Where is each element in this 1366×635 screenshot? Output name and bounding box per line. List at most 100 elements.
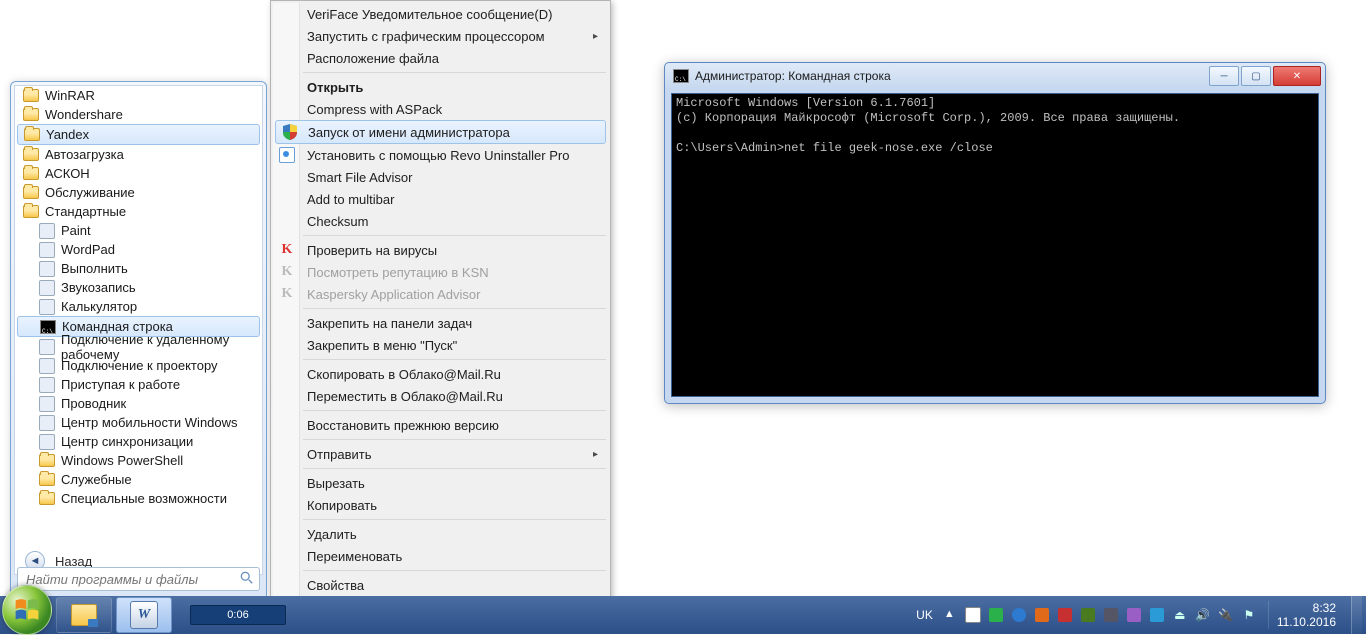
start-item-label: Wondershare [45,107,123,122]
folder-icon [23,88,39,104]
start-item-19[interactable]: Windows PowerShell [15,451,262,470]
clock-time: 8:32 [1277,601,1336,615]
tray-power-icon[interactable]: 🔌 [1218,607,1234,623]
folder-icon [39,472,55,488]
ctx-item-7-1[interactable]: Копировать [273,494,608,516]
ctx-item-label: Скопировать в Облако@Mail.Ru [307,367,501,382]
app-icon [39,358,55,374]
ctx-item-label: Запустить с графическим процессором [307,29,545,44]
tray-kaspersky-icon[interactable] [988,607,1004,623]
start-item-9[interactable]: Выполнить [15,259,262,278]
tray-expand-icon[interactable]: ▲ [944,608,958,622]
taskbar-explorer[interactable] [56,597,112,633]
start-item-label: Подключение к удаленному рабочему [61,332,258,362]
app-icon [39,299,55,315]
start-menu-search [17,567,260,591]
ctx-item-label: Копировать [307,498,377,513]
tray-app-icon-3[interactable] [1103,607,1119,623]
start-item-4[interactable]: АСКОН [15,164,262,183]
ctx-item-7-0[interactable]: Вырезать [273,472,608,494]
app-icon [39,242,55,258]
windows-logo-icon [13,596,41,624]
language-indicator[interactable]: UK [916,608,933,622]
taskbar-word[interactable]: W [116,597,172,633]
ctx-item-1-3[interactable]: Установить с помощью Revo Uninstaller Pr… [273,144,608,166]
maximize-button[interactable]: ▢ [1241,66,1271,86]
start-item-label: Служебные [61,472,132,487]
show-desktop-button[interactable] [1351,596,1362,634]
tray-app-icon-4[interactable] [1126,607,1142,623]
menu-separator [303,359,606,360]
menu-separator [303,570,606,571]
start-item-8[interactable]: WordPad [15,240,262,259]
ctx-item-4-1[interactable]: Переместить в Облако@Mail.Ru [273,385,608,407]
ctx-item-2-1: KПосмотреть репутацию в KSN [273,261,608,283]
ctx-item-1-4[interactable]: Smart File Advisor [273,166,608,188]
start-item-21[interactable]: Специальные возможности [15,489,262,508]
start-item-10[interactable]: Звукозапись [15,278,262,297]
ctx-item-0-2[interactable]: Расположение файла [273,47,608,69]
ctx-item-label: Закрепить на панели задач [307,316,472,331]
tray-nvidia-icon[interactable] [1080,607,1096,623]
app-icon [39,377,55,393]
folder-icon [24,127,40,143]
tray-app-icon-1[interactable] [1034,607,1050,623]
start-item-17[interactable]: Центр мобильности Windows [15,413,262,432]
ctx-item-1-0[interactable]: Открыть [273,76,608,98]
kaspersky-icon: K [279,242,295,258]
tray-app-icon-5[interactable] [1149,607,1165,623]
start-item-15[interactable]: Приступая к работе [15,375,262,394]
ctx-item-4-0[interactable]: Скопировать в Облако@Mail.Ru [273,363,608,385]
kaspersky-icon: K [279,264,295,280]
tray-volume-icon[interactable]: 🔊 [1195,607,1211,623]
start-button[interactable] [2,585,52,635]
start-item-5[interactable]: Обслуживание [15,183,262,202]
ctx-item-5-0[interactable]: Восстановить прежнюю версию [273,414,608,436]
ctx-item-3-1[interactable]: Закрепить в меню "Пуск" [273,334,608,356]
app-icon [39,434,55,450]
ctx-item-9-0[interactable]: Свойства [273,574,608,596]
tray-app-icon-2[interactable] [1057,607,1073,623]
window-titlebar[interactable]: Администратор: Командная строка ─ ▢ ✕ [665,63,1325,89]
cmd-icon [673,69,689,83]
start-item-11[interactable]: Калькулятор [15,297,262,316]
start-item-7[interactable]: Paint [15,221,262,240]
start-item-label: Подключение к проектору [61,358,218,373]
ctx-item-0-0[interactable]: VeriFace Уведомительное сообщение(D) [273,3,608,25]
folder-icon [39,491,55,507]
start-item-18[interactable]: Центр синхронизации [15,432,262,451]
start-item-1[interactable]: Wondershare [15,105,262,124]
ctx-item-0-1[interactable]: Запустить с графическим процессором [273,25,608,47]
search-input[interactable] [17,567,260,591]
close-button[interactable]: ✕ [1273,66,1321,86]
ctx-item-label: Расположение файла [307,51,439,66]
command-prompt-client-area[interactable]: Microsoft Windows [Version 6.1.7601] (c)… [671,93,1319,397]
start-item-20[interactable]: Служебные [15,470,262,489]
minimize-button[interactable]: ─ [1209,66,1239,86]
ctx-item-3-0[interactable]: Закрепить на панели задач [273,312,608,334]
ctx-item-6-0[interactable]: Отправить [273,443,608,465]
start-item-13[interactable]: Подключение к удаленному рабочему [15,337,262,356]
tray-action-center-icon[interactable]: ⚑ [1241,607,1257,623]
taskbar-clock[interactable]: 8:32 11.10.2016 [1268,601,1344,629]
start-item-0[interactable]: WinRAR [15,86,262,105]
tray-teamviewer-icon[interactable] [1011,607,1027,623]
start-item-16[interactable]: Проводник [15,394,262,413]
taskbar-media-progress[interactable]: 0:06 [190,605,286,625]
ctx-item-1-6[interactable]: Checksum [273,210,608,232]
ctx-item-label: Checksum [307,214,368,229]
ctx-item-2-0[interactable]: KПроверить на вирусы [273,239,608,261]
tray-eject-icon[interactable]: ⏏ [1172,607,1188,623]
start-item-2[interactable]: Yandex [17,124,260,145]
ctx-item-1-5[interactable]: Add to multibar [273,188,608,210]
start-menu-panel: WinRAR Wondershare YandexАвтозагрузкаАСКОН… [10,81,267,597]
ctx-item-1-1[interactable]: Compress with ASPack [273,98,608,120]
start-item-6[interactable]: Стандартные [15,202,262,221]
start-item-3[interactable]: Автозагрузка [15,145,262,164]
ctx-item-8-1[interactable]: Переименовать [273,545,608,567]
ctx-item-label: Переместить в Облако@Mail.Ru [307,389,503,404]
tray-network-icon[interactable] [965,607,981,623]
revo-icon [279,147,295,163]
ctx-item-8-0[interactable]: Удалить [273,523,608,545]
ctx-item-1-2[interactable]: Запуск от имени администратора [275,120,606,144]
